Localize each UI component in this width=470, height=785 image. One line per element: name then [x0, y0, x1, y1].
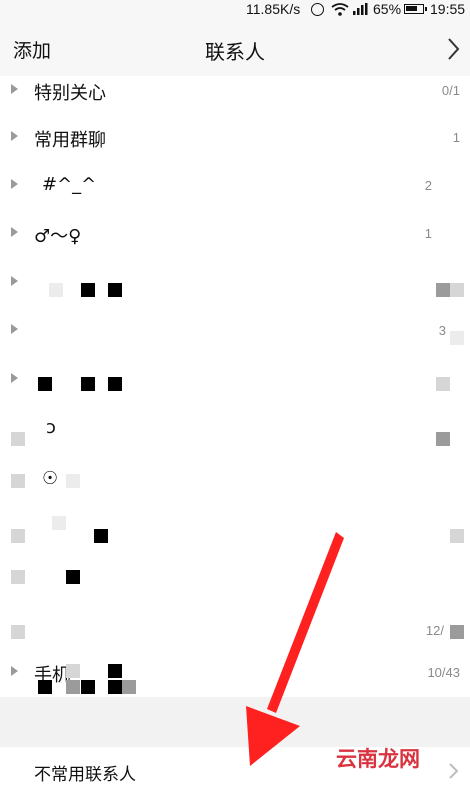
battery-percent: 65%	[373, 1, 402, 17]
group-name: ↄ	[46, 417, 56, 438]
group-row[interactable]: 常用群聊 1	[0, 114, 470, 161]
expand-arrow-icon	[11, 666, 18, 676]
battery-icon	[404, 4, 427, 14]
group-row[interactable]	[0, 512, 470, 559]
group-name: 常用群聊	[34, 130, 106, 151]
expand-arrow-icon	[11, 179, 18, 189]
group-row[interactable]	[0, 259, 470, 306]
expand-arrow-icon	[11, 84, 18, 94]
group-name: 特别关心	[34, 83, 106, 104]
clock-time: 19:55	[430, 1, 466, 17]
group-row[interactable]: #^_^ 2	[0, 162, 470, 209]
add-button[interactable]: 添加	[13, 36, 51, 63]
expand-arrow-icon	[11, 131, 18, 141]
uncommon-contacts-label: 不常用联系人	[34, 765, 136, 785]
expand-arrow-icon	[11, 324, 18, 334]
group-count: 1	[424, 226, 432, 241]
group-count: 12/	[425, 623, 444, 638]
watermark-logo: 云南龙网	[336, 747, 420, 771]
status-bar: 11.85K/s 65% 19:55	[0, 0, 470, 20]
group-name: ☉	[42, 468, 59, 489]
group-row[interactable]: 3	[0, 307, 470, 354]
expand-arrow-icon	[11, 373, 18, 383]
alarm-icon	[311, 3, 324, 16]
group-row[interactable]: ↄ	[0, 405, 470, 452]
expand-arrow-icon	[11, 276, 18, 286]
group-row[interactable]	[0, 356, 470, 403]
expand-arrow-icon	[11, 227, 18, 237]
group-count: 10/43	[427, 665, 460, 680]
group-name: ♂～♀	[34, 226, 82, 247]
group-row[interactable]: 特别关心 0/1	[0, 67, 470, 114]
page-title: 联系人	[205, 40, 265, 64]
group-row[interactable]: ♂～♀ 1	[0, 210, 470, 257]
group-count: 0/1	[441, 83, 460, 98]
group-count: 1	[452, 130, 460, 145]
chevron-right-icon	[449, 763, 459, 779]
wifi-icon	[331, 3, 349, 16]
group-count: 2	[424, 178, 432, 193]
chevron-right-icon[interactable]	[444, 36, 464, 62]
section-divider	[0, 697, 470, 747]
network-speed: 11.85K/s	[246, 1, 301, 17]
group-row[interactable]: 12/	[0, 607, 470, 654]
group-count: 3	[438, 323, 446, 338]
signal-icon	[353, 3, 368, 15]
group-name: #^_^	[42, 174, 97, 195]
